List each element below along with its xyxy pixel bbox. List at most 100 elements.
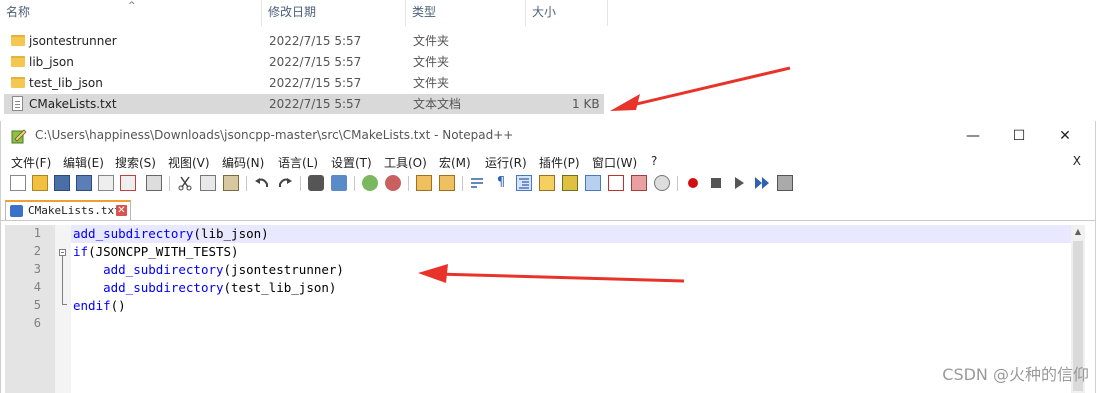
folder-workspace-icon[interactable] [608, 175, 624, 191]
menu-help[interactable]: ? [651, 154, 657, 168]
line-number: 5 [33, 298, 41, 312]
line-number-gutter: 1 2 3 4 5 6 [5, 225, 55, 393]
menu-macro[interactable]: 宏(M) [439, 154, 471, 171]
word-wrap-icon[interactable] [470, 175, 486, 191]
close-file-icon[interactable] [98, 175, 114, 191]
close-button[interactable]: ✕ [1051, 125, 1079, 147]
menu-tools[interactable]: 工具(O) [384, 154, 427, 171]
file-name: CMakeLists.txt [29, 97, 117, 111]
code-line[interactable]: if(JSONCPP_WITH_TESTS) [71, 243, 1071, 261]
new-file-icon[interactable] [10, 175, 26, 191]
toolbar-separator [246, 176, 247, 191]
save-all-icon[interactable] [76, 175, 92, 191]
file-date: 2022/7/15 5:57 [269, 76, 362, 90]
replace-icon[interactable] [331, 175, 347, 191]
menu-edit[interactable]: 编辑(E) [63, 154, 104, 171]
folder-icon [11, 77, 25, 88]
code-line[interactable]: add_subdirectory(jsontestrunner) [71, 261, 1071, 279]
menu-language[interactable]: 语言(L) [278, 154, 318, 171]
menu-view[interactable]: 视图(V) [168, 154, 210, 171]
code-line[interactable]: endif() [71, 297, 1071, 315]
line-number: 4 [33, 280, 41, 294]
maximize-button[interactable]: ☐ [1005, 125, 1033, 147]
menu-search[interactable]: 搜索(S) [115, 154, 156, 171]
tab-cmakelists[interactable]: CMakeLists.txt ✕ [5, 200, 131, 220]
file-date: 2022/7/15 5:57 [269, 55, 362, 69]
folder-icon [11, 56, 25, 67]
sort-up-icon: ^ [128, 1, 136, 11]
fold-line [62, 256, 63, 304]
menu-plugins[interactable]: 插件(P) [539, 154, 580, 171]
tab-close-icon[interactable]: ✕ [116, 205, 127, 216]
copy-icon[interactable] [200, 175, 216, 191]
file-row-cmakelists[interactable]: CMakeLists.txt 2022/7/15 5:57 文本文档 1 KB [4, 94, 604, 114]
monitoring-icon[interactable] [654, 175, 670, 191]
print-icon[interactable] [146, 175, 162, 191]
file-name: lib_json [29, 55, 74, 69]
tab-bar: CMakeLists.txt ✕ [1, 198, 1095, 221]
file-date: 2022/7/15 5:57 [269, 34, 362, 48]
indent-guide-icon[interactable] [516, 175, 532, 191]
menu-encoding[interactable]: 编码(N) [222, 154, 264, 171]
code-line[interactable] [71, 315, 1071, 333]
toolbar-separator [408, 176, 409, 191]
paste-icon[interactable] [223, 175, 239, 191]
file-row-jsontestrunner[interactable]: jsontestrunner 2022/7/15 5:57 文件夹 [4, 31, 604, 51]
save-macro-icon[interactable] [777, 175, 793, 191]
column-header-type[interactable]: 类型 [406, 0, 526, 26]
open-file-icon[interactable] [32, 175, 48, 191]
column-header-date[interactable]: 修改日期 [262, 0, 406, 26]
toolbar-separator [677, 176, 678, 191]
minimize-button[interactable]: — [959, 125, 987, 147]
scroll-up-icon[interactable]: ▲ [1071, 225, 1085, 239]
code-area[interactable]: add_subdirectory(lib_json) if(JSONCPP_WIT… [71, 225, 1071, 393]
code-editor[interactable]: 1 2 3 4 5 6 add_subdirectory(lib_json) if… [5, 225, 1085, 393]
column-header-name[interactable]: 名称 ^ [0, 0, 262, 26]
close-document-x[interactable]: X [1073, 154, 1081, 168]
stop-macro-icon[interactable] [708, 175, 724, 191]
file-explorer: 名称 ^ 修改日期 类型 大小 jsontestrunner 2022/7/15… [0, 0, 1103, 120]
menu-file[interactable]: 文件(F) [11, 154, 51, 171]
code-text: (lib_json) [193, 226, 269, 241]
file-row-test-lib-json[interactable]: test_lib_json 2022/7/15 5:57 文件夹 [4, 73, 604, 93]
fold-collapse-icon[interactable] [59, 249, 66, 256]
play-macro-icon[interactable] [731, 175, 747, 191]
zoom-out-icon[interactable] [385, 175, 401, 191]
column-header-size[interactable]: 大小 [526, 0, 608, 26]
save-icon[interactable] [54, 175, 70, 191]
show-all-chars-icon[interactable]: ¶ [493, 175, 509, 191]
code-keyword: add_subdirectory [103, 262, 224, 277]
column-label: 类型 [412, 5, 437, 19]
language-icon[interactable] [539, 175, 555, 191]
menu-window[interactable]: 窗口(W) [592, 154, 637, 171]
file-size: 1 KB [572, 97, 600, 111]
menu-settings[interactable]: 设置(T) [331, 154, 372, 171]
menu-run[interactable]: 运行(R) [485, 154, 527, 171]
undo-icon[interactable] [254, 175, 270, 191]
code-line[interactable]: add_subdirectory(lib_json) [71, 225, 1071, 243]
file-row-lib-json[interactable]: lib_json 2022/7/15 5:57 文件夹 [4, 52, 604, 72]
cut-icon[interactable] [177, 175, 193, 191]
csdn-watermark: CSDN @火种的信仰 [942, 365, 1089, 384]
sync-vertical-icon[interactable] [416, 175, 432, 191]
redo-icon[interactable] [277, 175, 293, 191]
code-keyword: add_subdirectory [103, 280, 224, 295]
close-all-icon[interactable] [120, 175, 136, 191]
sync-horizontal-icon[interactable] [439, 175, 455, 191]
folder-icon [11, 35, 25, 46]
code-line[interactable]: add_subdirectory(test_lib_json) [71, 279, 1071, 297]
menu-bar: 文件(F) 编辑(E) 搜索(S) 视图(V) 编码(N) 语言(L) 设置(T… [1, 151, 1095, 171]
code-keyword: endif [73, 298, 111, 313]
title-bar[interactable]: C:\Users\happiness\Downloads\jsoncpp-mas… [1, 121, 1095, 151]
record-macro-icon[interactable] [685, 175, 701, 191]
document-map-icon[interactable] [562, 175, 578, 191]
run-macro-multiple-icon[interactable] [754, 175, 770, 191]
zoom-in-icon[interactable] [362, 175, 378, 191]
toolbar: ¶ [1, 172, 1095, 196]
folder-as-workspace-icon[interactable] [631, 175, 647, 191]
file-type: 文件夹 [413, 55, 450, 69]
column-headers: 名称 ^ 修改日期 类型 大小 [0, 0, 608, 26]
find-icon[interactable] [308, 175, 324, 191]
function-list-icon[interactable] [585, 175, 601, 191]
file-type: 文本文档 [413, 97, 462, 111]
